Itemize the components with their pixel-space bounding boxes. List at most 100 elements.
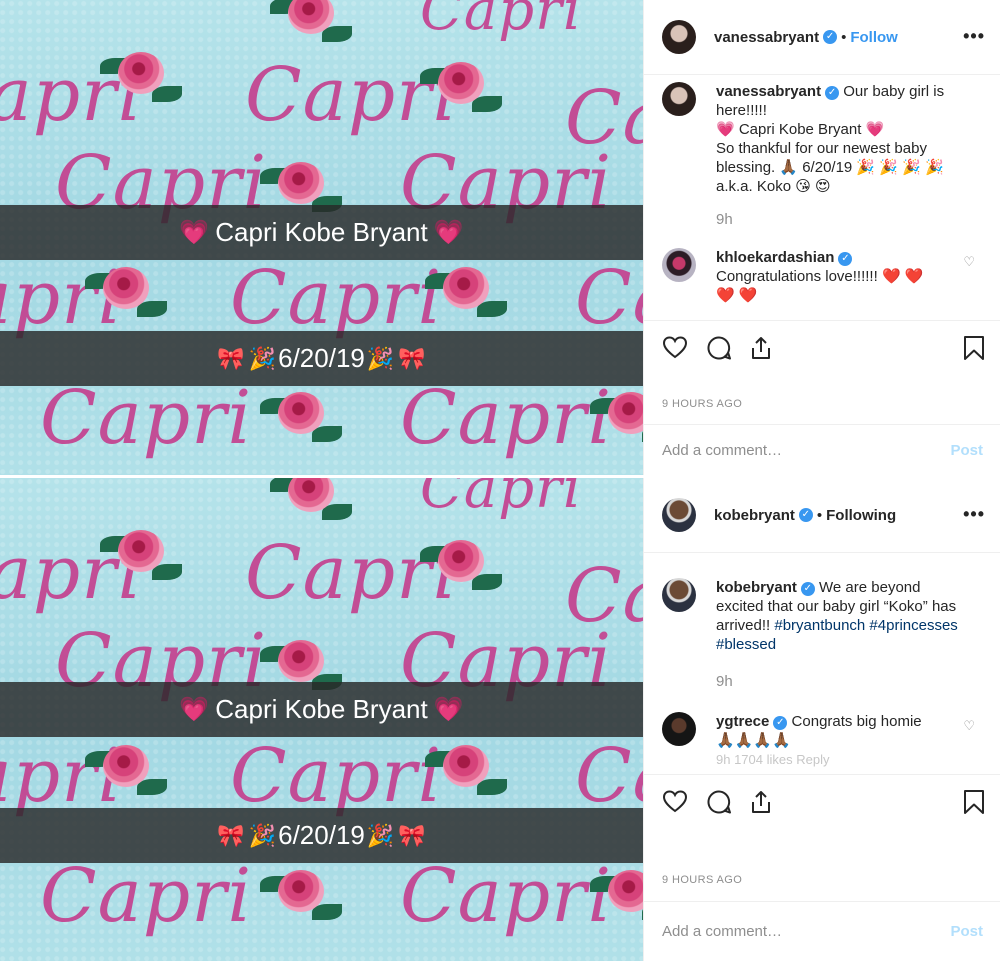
comments-list: vanessabryant ✓ Our baby girl is here!!!!… bbox=[644, 82, 1000, 318]
banner-date-text: 6/20/19 bbox=[278, 820, 365, 850]
caption-line: 💗 Capri Kobe Bryant 💗 bbox=[716, 121, 885, 138]
caption-line: a.k.a. Koko 😘 😍 bbox=[716, 178, 831, 195]
rose-motif bbox=[590, 858, 643, 928]
party-popper-emoji: 🎉 bbox=[366, 822, 395, 848]
action-bar bbox=[644, 774, 1000, 834]
post-timestamp[interactable]: 9 HOURS AGO bbox=[662, 398, 742, 410]
comment-meta: 9h 1704 likes Reply bbox=[716, 752, 830, 767]
avatar[interactable] bbox=[662, 82, 696, 116]
add-comment-bar: Post bbox=[644, 424, 1000, 475]
pattern-word: Capri bbox=[420, 478, 582, 521]
post-photo[interactable]: Capri Capri Capri Capri Capri Capri Capr… bbox=[0, 478, 643, 961]
rose-motif bbox=[420, 528, 502, 598]
caption-time[interactable]: 9h bbox=[716, 210, 961, 229]
rose-motif bbox=[270, 478, 352, 528]
verified-badge-icon: ✓ bbox=[838, 252, 853, 266]
party-popper-emoji: 🎉 bbox=[248, 345, 277, 371]
prayer-emoji: 🙏🏾🙏🏾🙏🏾🙏🏾 bbox=[716, 732, 791, 749]
author-username[interactable]: vanessabryant bbox=[714, 29, 819, 46]
banner-name-text: Capri Kobe Bryant bbox=[215, 694, 428, 724]
post-photo[interactable]: Capri Capri Capri Capri Capri Capri Capr… bbox=[0, 0, 643, 475]
bookmark-icon[interactable] bbox=[962, 335, 986, 361]
share-icon[interactable] bbox=[748, 789, 774, 815]
more-options-icon[interactable]: ••• bbox=[963, 26, 985, 47]
like-comment-heart-icon[interactable]: ♡ bbox=[963, 716, 975, 735]
pattern-word: Capri bbox=[230, 255, 443, 341]
heart-icon[interactable] bbox=[662, 789, 688, 815]
verified-badge-icon: ✓ bbox=[825, 86, 840, 100]
verified-badge-icon: ✓ bbox=[823, 30, 838, 44]
avatar[interactable] bbox=[662, 20, 696, 54]
caption-banner-date: 🎀 🎉 6/20/19 🎉 🎀 bbox=[0, 331, 643, 386]
rose-motif bbox=[85, 733, 167, 803]
heart-emoji: 💗 bbox=[179, 219, 210, 246]
post-side-panel: kobebryant ✓ • Following ••• kobebryant ✓… bbox=[643, 478, 1000, 961]
rose-motif bbox=[260, 380, 342, 450]
avatar[interactable] bbox=[662, 712, 696, 746]
post-comment-button[interactable]: Post bbox=[950, 442, 983, 459]
more-options-icon[interactable]: ••• bbox=[963, 504, 985, 525]
rose-motif bbox=[270, 0, 352, 50]
post-vanessabryant: Capri Capri Capri Capri Capri Capri Capr… bbox=[0, 0, 1000, 475]
caption-username[interactable]: vanessabryant bbox=[716, 83, 821, 100]
author-username[interactable]: kobebryant bbox=[714, 507, 795, 524]
banner-date-text: 6/20/19 bbox=[278, 343, 365, 373]
rose-motif bbox=[425, 255, 507, 325]
rose-motif bbox=[425, 733, 507, 803]
rose-motif bbox=[85, 255, 167, 325]
caption-time[interactable]: 9h bbox=[716, 672, 961, 691]
add-comment-input[interactable] bbox=[662, 441, 951, 459]
pattern-word: Capri bbox=[575, 733, 643, 819]
follow-button[interactable]: Follow bbox=[850, 29, 898, 46]
avatar[interactable] bbox=[662, 578, 696, 612]
party-popper-emoji: 🎉 bbox=[366, 345, 395, 371]
caption-username[interactable]: kobebryant bbox=[716, 579, 797, 596]
heart-emoji: 💗 bbox=[179, 696, 210, 723]
caption-banner-date: 🎀 🎉 6/20/19 🎉 🎀 bbox=[0, 808, 643, 863]
post-kobebryant: Capri Capri Capri Capri Capri Capri Capr… bbox=[0, 478, 1000, 961]
post-timestamp[interactable]: 9 HOURS AGO bbox=[662, 874, 742, 886]
caption-banner-name: 💗 Capri Kobe Bryant 💗 bbox=[0, 205, 643, 260]
heart-emoji: 💗 bbox=[433, 219, 464, 246]
comment-text: Congrats big homie bbox=[791, 713, 922, 730]
bow-emoji: 🎀 bbox=[217, 345, 245, 371]
heart-emoji: ❤️ ❤️ bbox=[716, 287, 758, 304]
verified-badge-icon: ✓ bbox=[773, 716, 788, 730]
bookmark-icon[interactable] bbox=[962, 789, 986, 815]
post-header: vanessabryant ✓ • Follow ••• bbox=[644, 0, 1000, 75]
heart-icon[interactable] bbox=[662, 335, 688, 361]
post-comment-button[interactable]: Post bbox=[950, 923, 983, 940]
verified-badge-icon: ✓ bbox=[798, 508, 813, 522]
comment-icon[interactable] bbox=[706, 789, 732, 815]
bow-emoji: 🎀 bbox=[398, 822, 426, 848]
action-bar bbox=[644, 320, 1000, 380]
pattern-word: Capri bbox=[400, 853, 613, 939]
add-comment-input[interactable] bbox=[662, 923, 951, 940]
heart-emoji: ❤️ ❤️ bbox=[881, 268, 924, 285]
pattern-word: Capri bbox=[575, 255, 643, 341]
comment-text: Congratulations love!!!!!! bbox=[716, 268, 878, 285]
banner-name-text: Capri Kobe Bryant bbox=[215, 217, 428, 247]
comment: khloekardashian ✓ Congratulations love!!!… bbox=[644, 248, 1000, 305]
bow-emoji: 🎀 bbox=[217, 822, 245, 848]
avatar[interactable] bbox=[662, 498, 696, 532]
following-button[interactable]: Following bbox=[826, 507, 896, 524]
separator-dot: • bbox=[841, 28, 847, 46]
avatar[interactable] bbox=[662, 248, 696, 282]
post-side-panel: vanessabryant ✓ • Follow ••• vanessabrya… bbox=[643, 0, 1000, 475]
pattern-word: Capri bbox=[420, 0, 582, 43]
separator-dot: • bbox=[816, 506, 823, 524]
pattern-word: Capri bbox=[40, 375, 253, 461]
like-comment-heart-icon[interactable]: ♡ bbox=[963, 252, 975, 271]
party-popper-emoji: 🎉 bbox=[248, 822, 277, 848]
bow-emoji: 🎀 bbox=[398, 345, 426, 371]
pattern-word: Capri bbox=[400, 375, 613, 461]
rose-motif bbox=[590, 380, 643, 450]
rose-motif bbox=[100, 40, 182, 110]
share-icon[interactable] bbox=[748, 335, 774, 361]
caption: kobebryant ✓ We are beyond excited that o… bbox=[644, 578, 1000, 691]
comment-icon[interactable] bbox=[706, 335, 732, 361]
comment-username[interactable]: ygtrece bbox=[716, 713, 769, 730]
rose-motif bbox=[260, 858, 342, 928]
comment-username[interactable]: khloekardashian bbox=[716, 249, 834, 266]
